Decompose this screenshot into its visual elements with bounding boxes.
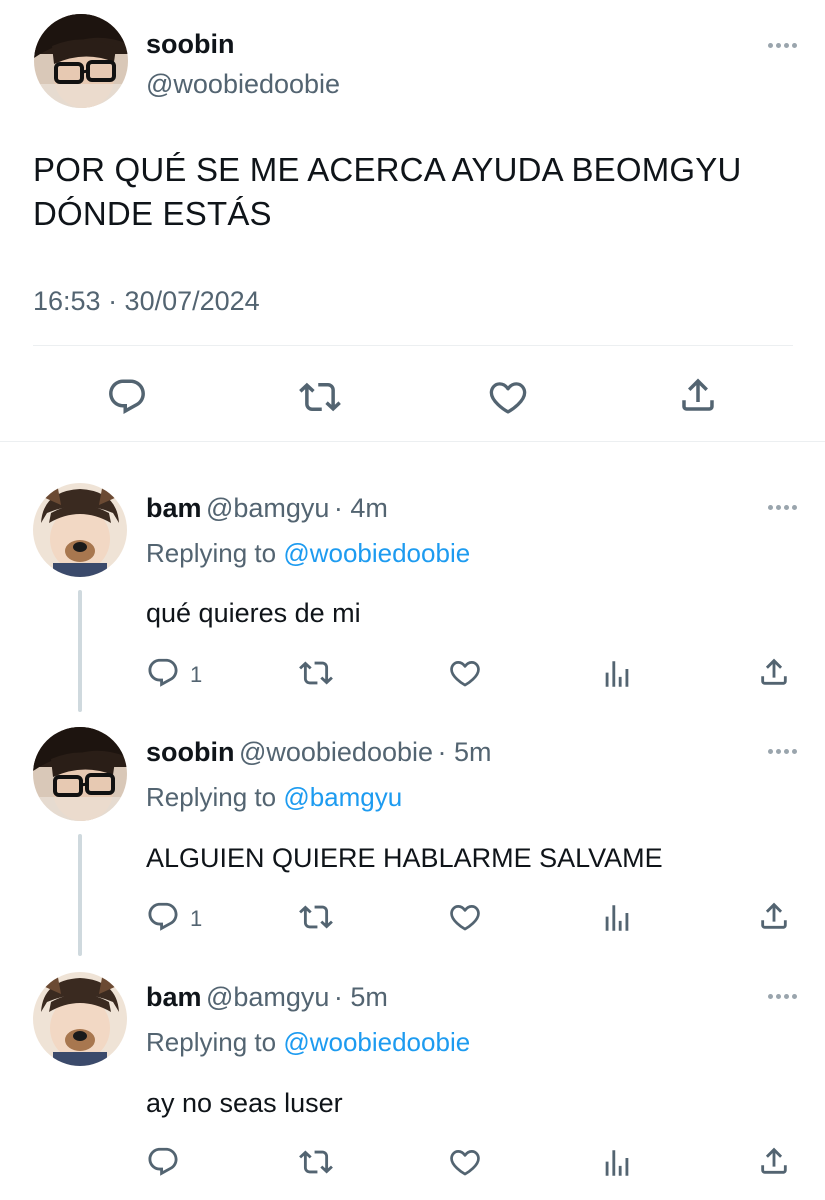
- replying-to-prefix: Replying to: [146, 538, 277, 568]
- more-options-icon[interactable]: [768, 505, 797, 510]
- retweet-icon[interactable]: [299, 1145, 333, 1179]
- reply-header: soobin @woobiedoobie · 5m: [146, 737, 491, 768]
- tweet-text: POR QUÉ SE ME ACERCA AYUDA BEOMGYU DÓNDE…: [33, 148, 742, 236]
- avatar[interactable]: [33, 727, 127, 821]
- replying-to-prefix: Replying to: [146, 782, 277, 812]
- author-handle[interactable]: @bamgyu: [206, 493, 329, 523]
- share-icon[interactable]: [677, 374, 719, 416]
- retweet-icon[interactable]: [299, 900, 333, 934]
- author-handle[interactable]: @woobiedoobie: [239, 737, 433, 767]
- reply-icon[interactable]: [146, 656, 180, 690]
- replying-to-prefix: Replying to: [146, 1027, 277, 1057]
- share-icon[interactable]: [757, 655, 791, 689]
- views-icon[interactable]: [600, 657, 634, 691]
- author-handle[interactable]: @bamgyu: [206, 982, 329, 1012]
- reply-icon[interactable]: [146, 1145, 180, 1179]
- reply-time[interactable]: · 4m: [334, 493, 388, 523]
- views-icon[interactable]: [600, 901, 634, 935]
- author-handle[interactable]: @woobiedoobie: [146, 69, 340, 100]
- reply-time[interactable]: · 5m: [334, 982, 388, 1012]
- tweet-text-line: DÓNDE ESTÁS: [33, 195, 272, 232]
- replying-to-mention[interactable]: @woobiedoobie: [283, 538, 470, 568]
- like-icon[interactable]: [448, 1145, 482, 1179]
- reply-text: ALGUIEN QUIERE HABLARME SALVAME: [146, 843, 663, 873]
- avatar[interactable]: [33, 483, 127, 577]
- retweet-icon[interactable]: [299, 656, 333, 690]
- reply-header: bam @bamgyu · 5m: [146, 982, 388, 1013]
- author-name[interactable]: bam: [146, 982, 202, 1012]
- reply-icon[interactable]: [146, 900, 180, 934]
- thread-line: [78, 590, 82, 712]
- replying-to: Replying to @woobiedoobie: [146, 1027, 470, 1058]
- avatar[interactable]: [33, 972, 127, 1066]
- share-icon[interactable]: [757, 1144, 791, 1178]
- tweet-timestamp[interactable]: 16:53 · 30/07/2024: [33, 286, 260, 317]
- reply-count: 1: [190, 906, 203, 931]
- more-options-icon[interactable]: [768, 994, 797, 999]
- avatar[interactable]: [34, 14, 128, 108]
- share-icon[interactable]: [757, 899, 791, 933]
- views-icon[interactable]: [600, 1146, 634, 1180]
- reply-count: 1: [190, 662, 203, 687]
- reply-header: bam @bamgyu · 4m: [146, 493, 388, 524]
- more-options-icon[interactable]: [768, 749, 797, 754]
- reply-time[interactable]: · 5m: [437, 737, 491, 767]
- tweet-text-line: POR QUÉ SE ME ACERCA AYUDA BEOMGYU: [33, 151, 742, 188]
- retweet-icon[interactable]: [299, 376, 341, 418]
- divider: [33, 345, 793, 346]
- thread-line: [78, 834, 82, 956]
- author-name[interactable]: soobin: [146, 29, 235, 60]
- reply-icon[interactable]: [106, 376, 148, 418]
- like-icon[interactable]: [448, 900, 482, 934]
- replying-to-mention[interactable]: @woobiedoobie: [283, 1027, 470, 1057]
- divider: [0, 441, 825, 442]
- author-name[interactable]: bam: [146, 493, 202, 523]
- like-icon[interactable]: [448, 656, 482, 690]
- replying-to: Replying to @woobiedoobie: [146, 538, 470, 569]
- author-name[interactable]: soobin: [146, 737, 235, 767]
- reply-text: qué quieres de mi: [146, 598, 361, 628]
- replying-to: Replying to @bamgyu: [146, 782, 402, 813]
- reply-text: ay no seas luser: [146, 1088, 343, 1118]
- more-options-icon[interactable]: [768, 43, 797, 48]
- replying-to-mention[interactable]: @bamgyu: [283, 782, 402, 812]
- like-icon[interactable]: [487, 376, 529, 418]
